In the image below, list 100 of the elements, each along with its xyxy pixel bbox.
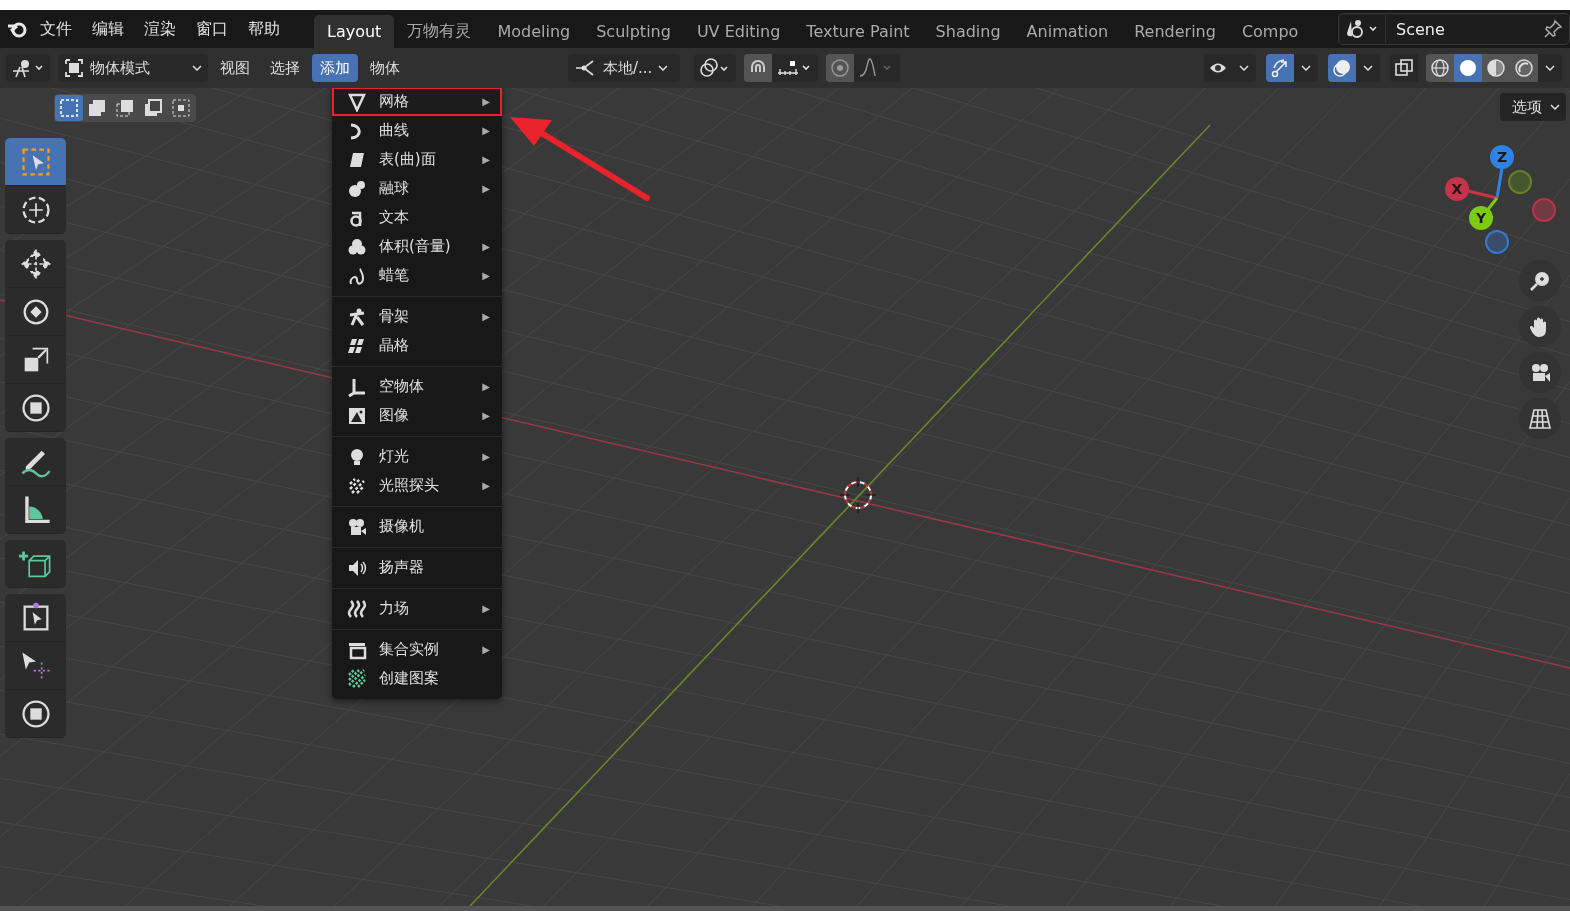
cloud-icon [347, 236, 367, 257]
target-icon [830, 58, 850, 78]
shading-mode-button[interactable] [1510, 54, 1538, 82]
workspace-tab[interactable]: UV Editing [683, 15, 794, 48]
menu-item[interactable]: 晶格 [332, 331, 502, 360]
menu-item[interactable]: 创建图案 [332, 664, 502, 693]
submenu-arrow: ▶ [482, 410, 490, 421]
menu-item[interactable]: 骨架 ▶ [332, 302, 502, 331]
menu-item[interactable]: 空物体 ▶ [332, 372, 502, 401]
menu-item[interactable]: 图像 ▶ [332, 401, 502, 430]
menu-item[interactable]: 融球 ▶ [332, 174, 502, 203]
caret-icon [1550, 104, 1560, 110]
workspace-tab[interactable]: Layout [314, 15, 395, 48]
menu-item[interactable]: 集合实例 ▶ [332, 635, 502, 664]
caret-icon [1363, 65, 1373, 71]
shaded-sphere-icon [1514, 58, 1534, 78]
axis-handle[interactable]: Y [1469, 206, 1493, 230]
dropdown-button[interactable] [1356, 54, 1380, 82]
snap-toggle[interactable] [744, 54, 772, 82]
pin-icon[interactable] [1543, 19, 1563, 39]
image-icon [347, 405, 367, 426]
menu-item[interactable]: 蜡笔 ▶ [332, 261, 502, 290]
menu-item[interactable]: 编辑 [92, 18, 124, 40]
workspace-tab[interactable]: Texture Paint [793, 15, 923, 48]
menu-item[interactable]: 渲染 [144, 18, 176, 40]
submenu-arrow: ▶ [482, 125, 490, 136]
menu-item[interactable]: 表(曲)面 ▶ [332, 145, 502, 174]
gizmo-icon [1270, 58, 1290, 78]
pivot-dropdown[interactable] [694, 54, 736, 82]
menu-item[interactable]: 曲线 ▶ [332, 116, 502, 145]
viewport-toggle[interactable] [1390, 54, 1418, 82]
shading-mode-button[interactable] [1426, 54, 1454, 82]
menu-item[interactable]: 文本 [332, 203, 502, 232]
viewport-toggle[interactable] [1266, 54, 1294, 82]
orientation-dropdown[interactable]: 本地/... [568, 54, 680, 82]
selection-mode-icon [115, 98, 135, 118]
submenu-arrow: ▶ [482, 311, 490, 322]
editor-type-button[interactable] [6, 54, 50, 82]
axis-handle[interactable] [1508, 170, 1532, 194]
menu-item[interactable]: 窗口 [196, 18, 228, 40]
menu-item[interactable]: 力场 ▶ [332, 594, 502, 623]
menu-item[interactable]: 文件 [40, 18, 72, 40]
axis-handle[interactable] [1485, 230, 1509, 254]
header-menu[interactable]: 视图 [212, 54, 258, 82]
perspective-toggle-button[interactable] [1519, 398, 1561, 439]
viewport-editor-icon [10, 57, 46, 79]
proportional-edit-toggle[interactable] [826, 54, 854, 82]
submenu-arrow: ▶ [482, 644, 490, 655]
camera-view-button[interactable] [1519, 352, 1561, 393]
header-menu[interactable]: 物体 [362, 54, 408, 82]
pan-button[interactable] [1519, 306, 1561, 347]
workspace-tab[interactable]: Rendering [1121, 15, 1229, 48]
caret-icon [1545, 65, 1555, 71]
workspace-tab[interactable]: Modeling [484, 15, 584, 48]
workspace-tab[interactable]: Animation [1013, 15, 1122, 48]
submenu-arrow: ▶ [482, 480, 490, 491]
menu-item[interactable]: 体积(音量) ▶ [332, 232, 502, 261]
viewport-toggle[interactable] [1204, 54, 1232, 82]
shading-mode-button[interactable] [1454, 54, 1482, 82]
submenu-arrow: ▶ [482, 154, 490, 165]
menu-item[interactable]: 光照探头 ▶ [332, 471, 502, 500]
wire-sphere-icon [1430, 58, 1450, 78]
probe-icon [347, 475, 367, 496]
workspace-tab[interactable]: 万物有灵 [394, 15, 485, 48]
menu-item[interactable]: 灯光 ▶ [332, 442, 502, 471]
options-dropdown[interactable]: 选项 [1500, 93, 1566, 121]
selection-mode-button[interactable] [55, 95, 83, 121]
zoom-button[interactable] [1519, 260, 1561, 301]
object-mode-icon [64, 58, 84, 78]
submenu-arrow: ▶ [482, 603, 490, 614]
submenu-arrow: ▶ [482, 241, 490, 252]
caret-icon [192, 65, 202, 71]
mode-dropdown[interactable]: 物体模式 [58, 54, 208, 82]
submenu-arrow: ▶ [482, 451, 490, 462]
workspace-tab[interactable]: Compo [1228, 15, 1312, 48]
figure-icon [347, 306, 367, 327]
workspace-tab[interactable]: Sculpting [583, 15, 684, 48]
header-menu[interactable]: 选择 [262, 54, 308, 82]
dropdown-button[interactable] [1294, 54, 1318, 82]
submenu-arrow: ▶ [482, 183, 490, 194]
solid-sphere-icon [1458, 58, 1478, 78]
menu-item[interactable]: 网格 ▶ [332, 88, 502, 116]
header-menu[interactable]: 添加 [312, 54, 358, 82]
viewport-toggle[interactable] [1328, 54, 1356, 82]
axis-handle[interactable] [1532, 198, 1556, 222]
menu-item[interactable]: 帮助 [248, 18, 280, 40]
3d-cursor-icon [838, 475, 878, 515]
menu-item[interactable]: 摄像机 [332, 512, 502, 541]
selection-mode-icon [143, 98, 163, 118]
menu-item[interactable]: 扬声器 [332, 553, 502, 582]
shading-dropdown[interactable] [1538, 54, 1562, 82]
submenu-arrow: ▶ [482, 270, 490, 281]
shading-mode-button[interactable] [1482, 54, 1510, 82]
dropdown-button[interactable] [1232, 54, 1256, 82]
scene-name-field[interactable]: Scene [1396, 19, 1445, 39]
tool-button[interactable] [5, 138, 66, 186]
axis-handle[interactable]: Z [1490, 145, 1514, 169]
workspace-tab[interactable]: Shading [922, 15, 1014, 48]
caret-icon [1239, 65, 1249, 71]
selection-mode-icon [171, 98, 191, 118]
